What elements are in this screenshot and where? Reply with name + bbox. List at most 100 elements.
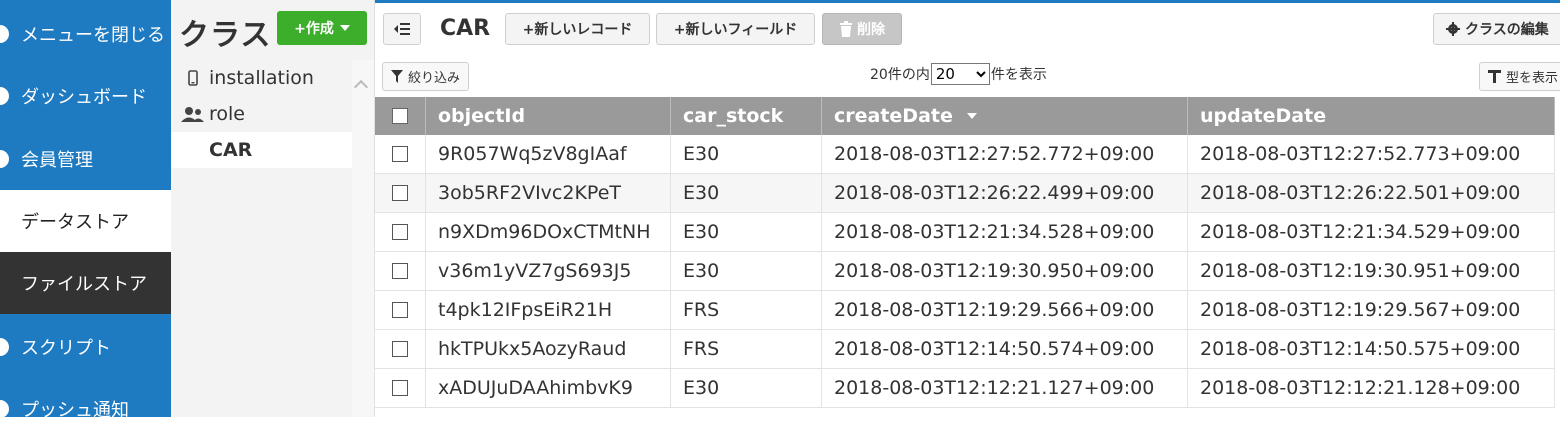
trash-icon	[840, 21, 852, 37]
cell-createdate[interactable]: 2018-08-03T12:26:22.499+09:00	[822, 174, 1188, 212]
cell-createdate[interactable]: 2018-08-03T12:14:50.574+09:00	[822, 330, 1188, 368]
mobile-icon	[181, 70, 205, 86]
main-nav: メニューを閉じる ダッシュボード 会員管理 データストア ファイルストア スクリ…	[0, 0, 171, 421]
collapse-icon	[394, 23, 410, 35]
row-select-cell	[375, 135, 426, 173]
row-select-cell	[375, 369, 426, 407]
filter-icon	[391, 70, 403, 83]
table-row[interactable]: v36m1yVZ7gS693J5 E30 2018-08-03T12:19:30…	[375, 252, 1555, 291]
cell-car-stock[interactable]: E30	[671, 135, 822, 173]
row-checkbox[interactable]	[392, 341, 408, 357]
nav-label: プッシュ通知	[21, 400, 129, 421]
column-header-updatedate[interactable]: updateDate	[1188, 97, 1555, 135]
cell-objectid[interactable]: 9R057Wq5zV8gIAaf	[426, 135, 671, 173]
filter-button[interactable]: 絞り込み	[382, 62, 469, 91]
cell-updatedate[interactable]: 2018-08-03T12:26:22.501+09:00	[1188, 174, 1555, 212]
cell-car-stock[interactable]: E30	[671, 252, 822, 290]
row-checkbox[interactable]	[392, 380, 408, 396]
class-edit-label: クラスの編集	[1465, 22, 1549, 38]
cell-objectid[interactable]: hkTPUkx5AozyRaud	[426, 330, 671, 368]
class-panel: クラス +作成 installation role CAR	[171, 0, 375, 417]
nav-item-datastore[interactable]: データストア	[0, 190, 171, 252]
nav-label: スクリプト	[21, 338, 111, 359]
cell-updatedate[interactable]: 2018-08-03T12:19:29.567+09:00	[1188, 291, 1555, 329]
class-list-scrollbar[interactable]	[352, 60, 374, 417]
dashboard-icon	[0, 87, 9, 105]
cell-createdate[interactable]: 2018-08-03T12:19:30.950+09:00	[822, 252, 1188, 290]
cell-createdate[interactable]: 2018-08-03T12:21:34.528+09:00	[822, 213, 1188, 251]
cell-car-stock[interactable]: E30	[671, 213, 822, 251]
cell-updatedate[interactable]: 2018-08-03T12:12:21.128+09:00	[1188, 369, 1555, 407]
new-field-button[interactable]: +新しいフィールド	[656, 13, 815, 45]
create-class-button[interactable]: +作成	[277, 11, 367, 45]
new-record-button[interactable]: +新しいレコード	[505, 13, 650, 45]
class-item-car[interactable]: CAR	[171, 132, 352, 168]
nav-label: データストア	[21, 212, 129, 233]
row-select-cell	[375, 291, 426, 329]
cell-createdate[interactable]: 2018-08-03T12:19:29.566+09:00	[822, 291, 1188, 329]
members-icon	[0, 150, 9, 168]
nav-item-dashboard[interactable]: ダッシュボード	[0, 65, 171, 127]
script-icon	[0, 338, 9, 356]
cell-objectid[interactable]: xADUJuDAAhimbvK9	[426, 369, 671, 407]
row-checkbox[interactable]	[392, 146, 408, 162]
nav-item-filestore[interactable]: ファイルストア	[0, 252, 171, 314]
nav-item-push[interactable]: プッシュ通知	[0, 378, 171, 440]
select-all-cell	[375, 97, 426, 135]
page-size-select[interactable]: 20	[930, 63, 990, 85]
cell-createdate[interactable]: 2018-08-03T12:12:21.127+09:00	[822, 369, 1188, 407]
class-item-installation[interactable]: installation	[171, 60, 352, 96]
table-row[interactable]: xADUJuDAAhimbvK9 E30 2018-08-03T12:12:21…	[375, 369, 1555, 408]
delete-button[interactable]: 削除	[822, 13, 902, 45]
table-row[interactable]: 9R057Wq5zV8gIAaf E30 2018-08-03T12:27:52…	[375, 135, 1555, 174]
cell-updatedate[interactable]: 2018-08-03T12:14:50.575+09:00	[1188, 330, 1555, 368]
nav-item-close-menu[interactable]: メニューを閉じる	[0, 3, 171, 65]
nav-label: ファイルストア	[21, 274, 147, 295]
menu-icon	[0, 25, 9, 43]
row-checkbox[interactable]	[392, 185, 408, 201]
collapse-panel-button[interactable]	[383, 13, 421, 45]
cell-car-stock[interactable]: FRS	[671, 330, 822, 368]
class-list: installation role CAR	[171, 60, 352, 168]
select-all-checkbox[interactable]	[392, 108, 408, 124]
chevron-up-icon[interactable]	[353, 79, 369, 95]
table-row[interactable]: hkTPUkx5AozyRaud FRS 2018-08-03T12:14:50…	[375, 330, 1555, 369]
nav-label: メニューを閉じる	[21, 25, 165, 46]
show-types-button[interactable]: 型を表示	[1479, 62, 1560, 91]
column-header-objectid[interactable]: objectId	[426, 97, 671, 135]
paging-prefix: 20件の内	[870, 67, 930, 83]
class-edit-button[interactable]: クラスの編集	[1433, 13, 1560, 45]
table-row[interactable]: t4pk12IFpsEiR21H FRS 2018-08-03T12:19:29…	[375, 291, 1555, 330]
row-checkbox[interactable]	[392, 302, 408, 318]
cell-updatedate[interactable]: 2018-08-03T12:19:30.951+09:00	[1188, 252, 1555, 290]
cell-car-stock[interactable]: E30	[671, 369, 822, 407]
row-select-cell	[375, 252, 426, 290]
table-row[interactable]: n9XDm96DOxCTMtNH E30 2018-08-03T12:21:34…	[375, 213, 1555, 252]
cell-createdate[interactable]: 2018-08-03T12:27:52.772+09:00	[822, 135, 1188, 173]
table-header-row: objectId car_stock createDate updateDate	[375, 97, 1555, 135]
class-item-role[interactable]: role	[171, 96, 352, 132]
class-item-label: role	[209, 103, 245, 125]
cell-objectid[interactable]: v36m1yVZ7gS693J5	[426, 252, 671, 290]
column-header-createdate[interactable]: createDate	[822, 97, 1188, 135]
paging-control: 20件の内 20 件を表示	[870, 63, 1047, 85]
nav-item-members[interactable]: 会員管理	[0, 128, 171, 190]
row-checkbox[interactable]	[392, 263, 408, 279]
chevron-down-icon	[339, 25, 350, 31]
cell-updatedate[interactable]: 2018-08-03T12:21:34.529+09:00	[1188, 213, 1555, 251]
filter-label: 絞り込み	[408, 71, 461, 86]
cell-objectid[interactable]: n9XDm96DOxCTMtNH	[426, 213, 671, 251]
cell-objectid[interactable]: 3ob5RF2VIvc2KPeT	[426, 174, 671, 212]
users-icon	[181, 106, 205, 122]
table-row[interactable]: 3ob5RF2VIvc2KPeT E30 2018-08-03T12:26:22…	[375, 174, 1555, 213]
cell-car-stock[interactable]: FRS	[671, 291, 822, 329]
row-checkbox[interactable]	[392, 224, 408, 240]
nav-item-script[interactable]: スクリプト	[0, 316, 171, 378]
class-item-label: installation	[209, 67, 314, 89]
cell-objectid[interactable]: t4pk12IFpsEiR21H	[426, 291, 671, 329]
toolbar: CAR +新しいレコード +新しいフィールド 削除 クラスの編集	[375, 0, 1560, 55]
column-header-car-stock[interactable]: car_stock	[671, 97, 822, 135]
cell-car-stock[interactable]: E30	[671, 174, 822, 212]
cell-updatedate[interactable]: 2018-08-03T12:27:52.773+09:00	[1188, 135, 1555, 173]
delete-label: 削除	[857, 22, 885, 38]
